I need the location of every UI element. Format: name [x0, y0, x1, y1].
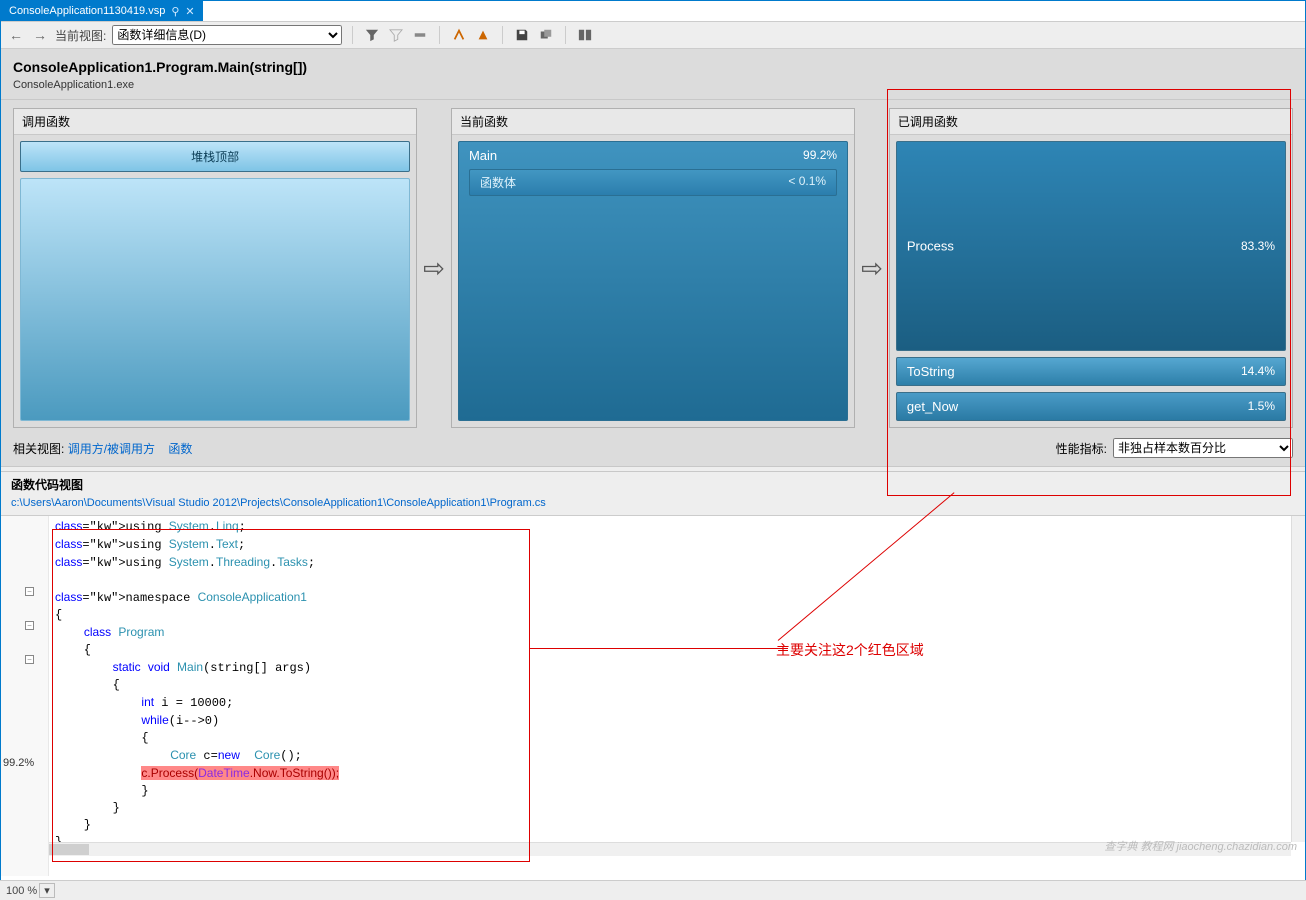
- separator: [565, 26, 566, 44]
- block-name: Main: [469, 148, 497, 163]
- calling-empty: [20, 178, 410, 421]
- zoom-dropdown-icon[interactable]: ▾: [39, 883, 55, 898]
- code-editor[interactable]: class="kw">using System.Linq; class="kw"…: [49, 516, 1291, 876]
- show-hot-path-icon[interactable]: [450, 26, 468, 44]
- link-functions[interactable]: 函数: [168, 442, 192, 456]
- filter-clear-icon[interactable]: [387, 26, 405, 44]
- stack-top-block[interactable]: 堆栈顶部: [20, 141, 410, 172]
- separator: [502, 26, 503, 44]
- back-button[interactable]: ←: [7, 27, 25, 43]
- separator: [439, 26, 440, 44]
- panel-header: 已调用函数: [890, 109, 1292, 135]
- vertical-scrollbar[interactable]: [1291, 516, 1305, 842]
- margin-pct: 99.2%: [3, 757, 34, 769]
- tab-title: ConsoleApplication1130419.vsp: [9, 5, 165, 17]
- call-panels: 调用函数 堆栈顶部 ⇨ 当前函数 Main 99.2% 函数体 < 0.1% ⇨…: [1, 100, 1305, 434]
- layout-icon[interactable]: [576, 26, 594, 44]
- link-caller-callee[interactable]: 调用方/被调用方: [68, 442, 155, 456]
- related-label: 相关视图:: [13, 440, 64, 457]
- code-gutter: − − − 99.2%: [1, 516, 49, 876]
- function-title: ConsoleApplication1.Program.Main(string[…: [13, 59, 1293, 75]
- block-pct: 83.3%: [1241, 239, 1275, 253]
- reduce-noise-icon[interactable]: [411, 26, 429, 44]
- calling-functions-panel: 调用函数 堆栈顶部: [13, 108, 417, 428]
- separator: [352, 26, 353, 44]
- export-icon[interactable]: [537, 26, 555, 44]
- fold-toggle[interactable]: −: [25, 587, 34, 596]
- view-select[interactable]: 函数详细信息(D): [112, 25, 342, 45]
- current-main-block[interactable]: Main 99.2% 函数体 < 0.1%: [458, 141, 848, 421]
- status-bar: 100 %▾: [0, 880, 1306, 900]
- block-name: 函数体: [480, 176, 516, 190]
- current-function-panel: 当前函数 Main 99.2% 函数体 < 0.1%: [451, 108, 855, 428]
- panel-header: 当前函数: [452, 109, 854, 135]
- code-view-header: 函数代码视图: [1, 472, 1305, 495]
- toolbar: ← → 当前视图: 函数详细信息(D): [1, 21, 1305, 49]
- metric-select[interactable]: 非独占样本数百分比: [1113, 438, 1293, 458]
- pin-icon[interactable]: ⚲: [171, 5, 179, 18]
- code-file-path[interactable]: c:\Users\Aaron\Documents\Visual Studio 2…: [1, 495, 1305, 516]
- called-block-get_now[interactable]: get_Now 1.5%: [896, 392, 1286, 421]
- document-tab[interactable]: ConsoleApplication1130419.vsp ⚲ ✕: [1, 1, 203, 21]
- related-views-bar: 相关视图: 调用方/被调用方 函数 性能指标: 非独占样本数百分比: [1, 434, 1305, 466]
- block-pct: 1.5%: [1248, 399, 1275, 413]
- block-pct: 14.4%: [1241, 364, 1275, 378]
- save-icon[interactable]: [513, 26, 531, 44]
- close-icon[interactable]: ✕: [185, 5, 194, 18]
- view-label: 当前视图:: [55, 27, 106, 44]
- block-pct: 99.2%: [803, 148, 837, 162]
- arrow-icon: ⇨: [421, 253, 447, 284]
- called-block-process[interactable]: Process 83.3%: [896, 141, 1286, 351]
- block-pct: < 0.1%: [788, 174, 826, 188]
- zoom-level[interactable]: 100 %: [6, 885, 37, 897]
- horizontal-scrollbar[interactable]: [49, 842, 1291, 856]
- arrow-icon: ⇨: [859, 253, 885, 284]
- filter-icon[interactable]: [363, 26, 381, 44]
- hot-path-icon[interactable]: [474, 26, 492, 44]
- function-header: ConsoleApplication1.Program.Main(string[…: [1, 49, 1305, 100]
- block-name: ToString: [907, 364, 955, 379]
- called-block-tostring[interactable]: ToString 14.4%: [896, 357, 1286, 386]
- called-functions-panel: 已调用函数 Process 83.3% ToString 14.4% get_Now 1.…: [889, 108, 1293, 428]
- code-area: − − − 99.2% class="kw">using System.Linq…: [1, 516, 1305, 876]
- block-name: Process: [907, 239, 954, 254]
- panel-header: 调用函数: [14, 109, 416, 135]
- document-tabbar: ConsoleApplication1130419.vsp ⚲ ✕: [1, 1, 1305, 21]
- forward-button[interactable]: →: [31, 27, 49, 43]
- module-name: ConsoleApplication1.exe: [13, 79, 1293, 91]
- function-body-block[interactable]: 函数体 < 0.1%: [469, 169, 837, 196]
- metric-label: 性能指标:: [1056, 440, 1107, 457]
- block-name: get_Now: [907, 399, 958, 414]
